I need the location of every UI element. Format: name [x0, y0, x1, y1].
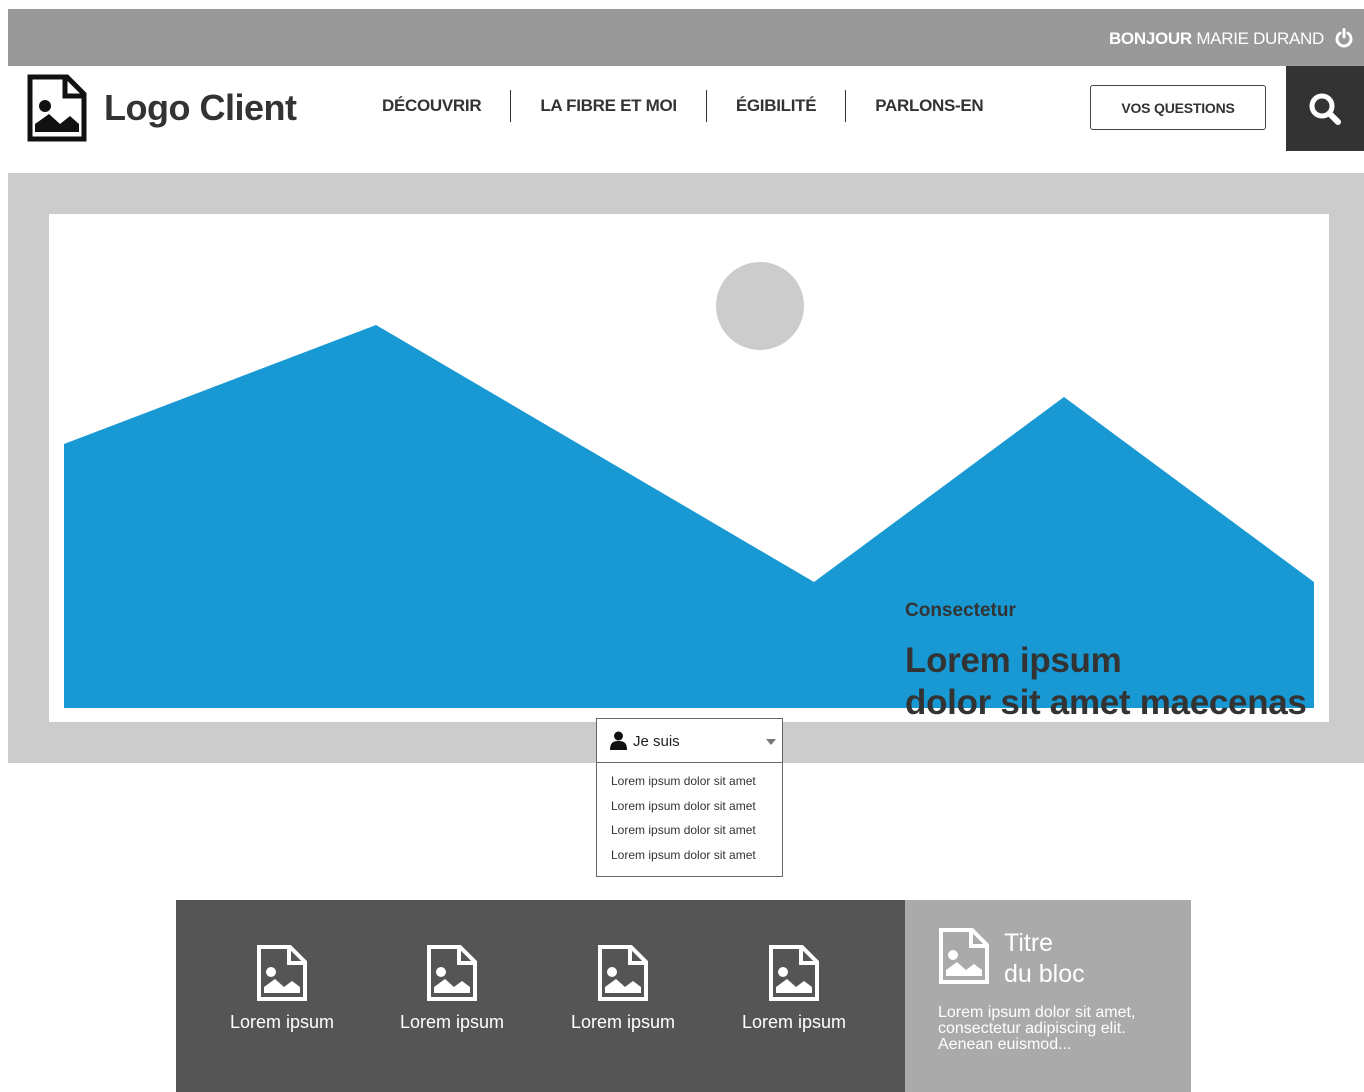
quick-link-tile[interactable]: Lorem ipsum — [202, 944, 362, 1033]
info-block-title: Titre du bloc — [1004, 928, 1085, 990]
user-greeting[interactable]: BONJOUR MARIE DURAND — [1109, 29, 1324, 49]
nav-egibilite[interactable]: ÉGIBILITÉ — [705, 90, 845, 122]
logo-text[interactable]: Logo Client — [104, 87, 297, 129]
dropdown-option[interactable]: Lorem ipsum dolor sit amet — [611, 799, 756, 824]
sun-shape — [716, 262, 804, 350]
caret-down-icon — [766, 739, 776, 745]
main-nav: DÉCOUVRIR LA FIBRE ET MOI ÉGIBILITÉ PARL… — [366, 88, 1012, 124]
nav-parlons-en[interactable]: PARLONS-EN — [845, 90, 1012, 122]
greeting-hello: BONJOUR — [1108, 29, 1192, 48]
search-icon — [1309, 93, 1341, 125]
info-block-text: Lorem ipsum dolor sit amet, consectetur … — [938, 1004, 1136, 1053]
tile-label: Lorem ipsum — [399, 1012, 505, 1032]
quick-links: Lorem ipsum Lorem ipsum Lorem ipsum Lore… — [176, 900, 905, 1092]
hero-title: Lorem ipsum dolor sit amet maecenas — [905, 640, 1307, 724]
nav-la-fibre-et-moi[interactable]: LA FIBRE ET MOI — [510, 90, 706, 122]
hero-title-line2: dolor sit amet maecenas — [905, 683, 1307, 722]
image-file-icon — [257, 945, 307, 1001]
page: BONJOUR MARIE DURAND Logo Client DÉCOUVR… — [0, 0, 1364, 1092]
dropdown-label: Je suis — [633, 733, 680, 750]
search-button[interactable] — [1286, 66, 1364, 151]
dropdown-options: Lorem ipsum dolor sit amet Lorem ipsum d… — [611, 774, 756, 872]
power-icon[interactable] — [1334, 28, 1354, 48]
logo-image-icon[interactable] — [27, 74, 87, 142]
image-file-icon — [427, 945, 477, 1001]
user-bar: BONJOUR MARIE DURAND — [8, 9, 1364, 66]
profile-dropdown: Je suis Lorem ipsum dolor sit amet Lorem… — [596, 718, 783, 877]
greeting-name: MARIE DURAND — [1196, 29, 1324, 48]
hero-title-line1: Lorem ipsum — [905, 641, 1122, 680]
user-icon — [610, 731, 627, 750]
image-file-icon — [769, 945, 819, 1001]
vos-questions-button[interactable]: VOS QUESTIONS — [1090, 85, 1266, 130]
quick-link-tile[interactable]: Lorem ipsum — [714, 944, 874, 1033]
hero-image: Consectetur Lorem ipsum dolor sit amet m… — [49, 214, 1329, 722]
info-block[interactable]: Titre du bloc Lorem ipsum dolor sit amet… — [905, 900, 1191, 1092]
quick-link-tile[interactable]: Lorem ipsum — [543, 944, 703, 1033]
info-block-title-line1: Titre — [1004, 929, 1054, 957]
dropdown-option[interactable]: Lorem ipsum dolor sit amet — [611, 823, 756, 848]
nav-decouvrir[interactable]: DÉCOUVRIR — [366, 90, 510, 122]
dropdown-toggle[interactable]: Je suis — [597, 719, 782, 763]
info-block-title-line2: du bloc — [1004, 960, 1085, 988]
image-file-icon — [939, 928, 989, 984]
quick-link-tile[interactable]: Lorem ipsum — [372, 944, 532, 1033]
tile-label: Lorem ipsum — [229, 1012, 335, 1032]
image-file-icon — [598, 945, 648, 1001]
tile-label: Lorem ipsum — [741, 1012, 847, 1032]
dropdown-option[interactable]: Lorem ipsum dolor sit amet — [611, 774, 756, 799]
tile-label: Lorem ipsum — [570, 1012, 676, 1032]
hero-kicker: Consectetur — [905, 600, 1016, 621]
dropdown-option[interactable]: Lorem ipsum dolor sit amet — [611, 848, 756, 873]
